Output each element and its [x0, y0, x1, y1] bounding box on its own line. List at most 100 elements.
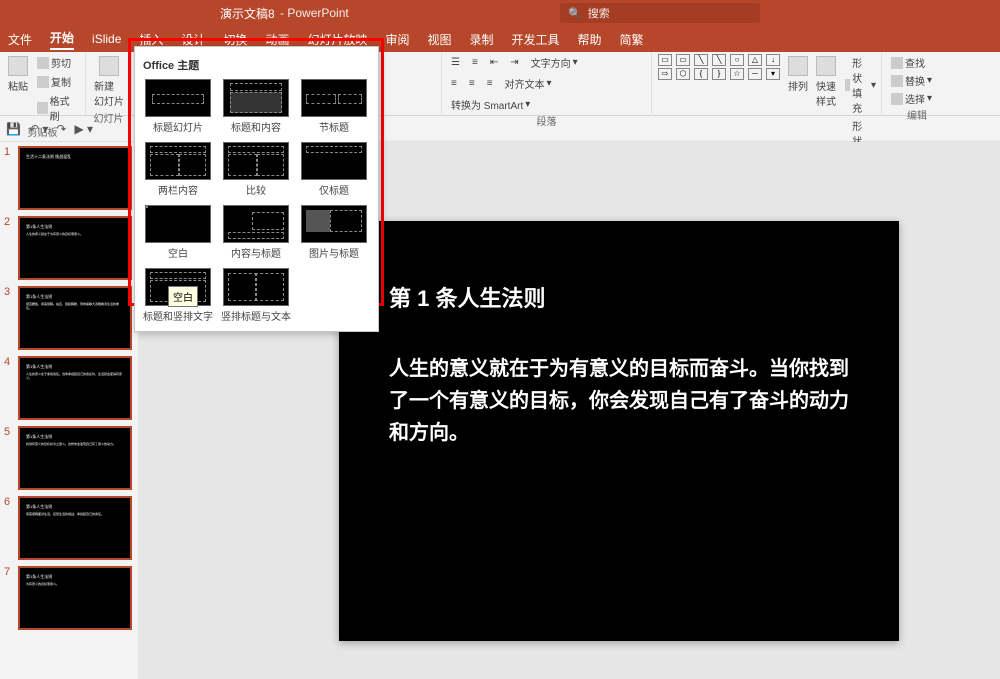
tooltip: 空白: [168, 286, 198, 307]
align-right-button[interactable]: ≡: [484, 75, 496, 92]
numbering-button[interactable]: ≡: [469, 54, 481, 71]
shape-star[interactable]: ☆: [730, 68, 744, 80]
search-box[interactable]: 🔍 搜索: [560, 3, 760, 23]
thumbnail-1[interactable]: 生活十二条法则 挑战混乱: [18, 146, 132, 210]
tab-design[interactable]: 设计: [181, 31, 205, 48]
thumbnail-2[interactable]: 第1条人生法则人生的意义就在于为有意义的目标而奋斗。: [18, 216, 132, 280]
group-editing: 查找 替换 ▾ 选择 ▾ 编辑: [882, 52, 952, 116]
smartart-button[interactable]: 转换为 SmartArt ▾: [448, 96, 533, 113]
align-center-button[interactable]: ≡: [466, 75, 478, 92]
arrange-icon: [788, 56, 808, 76]
shape-line2[interactable]: ╲: [712, 54, 726, 66]
layout-section-header[interactable]: 节标题: [297, 77, 371, 136]
layout-comparison[interactable]: 比较: [219, 140, 293, 199]
quickstyles-button[interactable]: 快速样式: [814, 54, 838, 110]
layout-title-content[interactable]: 标题和内容: [219, 77, 293, 136]
shape-line3[interactable]: ─: [748, 68, 762, 80]
align-left-button[interactable]: ≡: [448, 75, 460, 92]
brush-icon: [37, 102, 48, 114]
shape-arrow[interactable]: ↓: [766, 54, 780, 66]
new-slide-button[interactable]: 新建 幻灯片: [92, 54, 126, 110]
thumb-number: 1: [4, 146, 14, 210]
shape-line[interactable]: ╲: [694, 54, 708, 66]
title-bar: 演示文稿8 - PowerPoint 🔍 搜索: [0, 0, 1000, 26]
replace-button[interactable]: 替换 ▾: [888, 72, 935, 89]
tab-slideshow[interactable]: 幻灯片放映: [307, 31, 367, 48]
layout-title-slide[interactable]: 标题幻灯片: [141, 77, 215, 136]
thumbnail-panel[interactable]: 1生活十二条法则 挑战混乱 2第1条人生法则人生的意义就在于为有意义的目标而奋斗…: [0, 142, 138, 679]
thumb-number: 4: [4, 356, 14, 420]
search-icon: 🔍: [568, 7, 582, 20]
format-painter-button[interactable]: 格式刷: [34, 92, 79, 124]
thumbnail-6[interactable]: 第1条人生法则昂首挺胸面对生活。接受生活的挑战，承担起自己的责任。: [18, 496, 132, 560]
shapes-gallery[interactable]: ▭ ▭ ╲ ╲ ○ △ ↓ ⇨ ⬡ {} ☆ ─ ▾: [658, 54, 782, 80]
tab-view[interactable]: 视图: [427, 31, 451, 48]
tab-file[interactable]: 文件: [8, 31, 32, 48]
thumbnail-4[interactable]: 第1条人生法则人生的意义在于承担责任。当你承担起自己的责任时，生活就会变得有意义…: [18, 356, 132, 420]
find-button[interactable]: 查找: [888, 54, 928, 71]
shape-brace2[interactable]: }: [712, 68, 726, 80]
tab-review[interactable]: 审阅: [385, 31, 409, 48]
group-paragraph: ☰ ≡ ⇤ ⇥ 文字方向 ▾ ≡ ≡ ≡ 对齐文本 ▾ 转换为 SmartArt…: [442, 52, 652, 116]
layout-content-caption[interactable]: 内容与标题: [219, 203, 293, 262]
fill-icon: [845, 79, 850, 91]
layout-blank[interactable]: 空白: [141, 203, 215, 262]
shape-arrow2[interactable]: ⇨: [658, 68, 672, 80]
tab-insert[interactable]: 插入: [139, 31, 163, 48]
tab-developer[interactable]: 开发工具: [512, 31, 560, 48]
shape-more[interactable]: ▾: [766, 68, 780, 80]
thumbnail-5[interactable]: 第1条人生法则找到有意义的目标并为之奋斗。这样你会发现自己有了奋斗的动力。: [18, 426, 132, 490]
tab-animations[interactable]: 动画: [265, 31, 289, 48]
layout-picture-caption[interactable]: 图片与标题: [297, 203, 371, 262]
indent-inc-button[interactable]: ⇥: [507, 54, 521, 71]
tab-home[interactable]: 开始: [50, 29, 74, 50]
layout-vertical-title[interactable]: 竖排标题与文本: [219, 266, 293, 325]
group-drawing: ▭▭╲╲○△↓ ⇨⬡{}☆─▾ 排列 快速样式 形状填充 ▾ 形状轮廓 ▾ 形状…: [652, 52, 882, 116]
thumbnail-3[interactable]: 第1条人生法则挺直腰板，昂首挺胸。站直，挺起胸膛，意味着睁大双眼看清生活的重任。: [18, 286, 132, 350]
shape-brace[interactable]: {: [694, 68, 708, 80]
shape-rect2[interactable]: ▭: [676, 54, 690, 66]
slide-body[interactable]: 人生的意义就在于为有意义的目标而奋斗。当你找到了一个有意义的目标，你会发现自己有…: [389, 353, 849, 449]
bullets-button[interactable]: ☰: [448, 54, 463, 71]
shape-fill-button[interactable]: 形状填充 ▾: [842, 54, 879, 116]
thumb-number: 5: [4, 426, 14, 490]
text-direction-button[interactable]: 文字方向 ▾: [528, 54, 581, 71]
group-label: 编辑: [888, 107, 946, 122]
replace-icon: [891, 75, 903, 87]
copy-button[interactable]: 复制: [34, 73, 79, 90]
tab-record[interactable]: 录制: [470, 31, 494, 48]
layout-title-only[interactable]: 仅标题: [297, 140, 371, 199]
thumb-number: 3: [4, 286, 14, 350]
paste-icon: [8, 56, 28, 76]
app-name: - PowerPoint: [280, 6, 349, 20]
thumbnail-7[interactable]: 第1条人生法则为有意义的目标而奋斗。: [18, 566, 132, 630]
indent-dec-button[interactable]: ⇤: [487, 54, 501, 71]
select-button[interactable]: 选择 ▾: [888, 90, 935, 107]
tab-jianfan[interactable]: 简繁: [620, 31, 644, 48]
copy-icon: [37, 76, 49, 88]
shape-rect[interactable]: ▭: [658, 54, 672, 66]
group-label: 段落: [448, 113, 645, 128]
paste-button[interactable]: 粘贴: [6, 54, 30, 95]
search-placeholder: 搜索: [588, 5, 610, 21]
shape-hex[interactable]: ⬡: [676, 68, 690, 80]
thumb-number: 6: [4, 496, 14, 560]
arrange-button[interactable]: 排列: [786, 54, 810, 95]
group-clipboard: 粘贴 剪切 复制 格式刷 剪贴板: [0, 52, 86, 116]
slide-title[interactable]: 第 1 条人生法则: [389, 281, 849, 313]
thumb-number: 2: [4, 216, 14, 280]
layout-two-content[interactable]: 两栏内容: [141, 140, 215, 199]
shape-tri[interactable]: △: [748, 54, 762, 66]
shape-oval[interactable]: ○: [730, 54, 744, 66]
group-label: 幻灯片: [92, 110, 125, 125]
tab-transitions[interactable]: 切换: [223, 31, 247, 48]
tab-islide[interactable]: iSlide: [92, 32, 121, 46]
new-slide-icon: [99, 56, 119, 76]
quickstyles-icon: [816, 56, 836, 76]
group-label: 剪贴板: [6, 124, 79, 139]
tab-help[interactable]: 帮助: [578, 31, 602, 48]
current-slide[interactable]: 第 1 条人生法则 人生的意义就在于为有意义的目标而奋斗。当你找到了一个有意义的…: [339, 221, 899, 641]
thumb-number: 7: [4, 566, 14, 630]
cut-button[interactable]: 剪切: [34, 54, 79, 71]
align-text-button[interactable]: 对齐文本 ▾: [502, 75, 555, 92]
